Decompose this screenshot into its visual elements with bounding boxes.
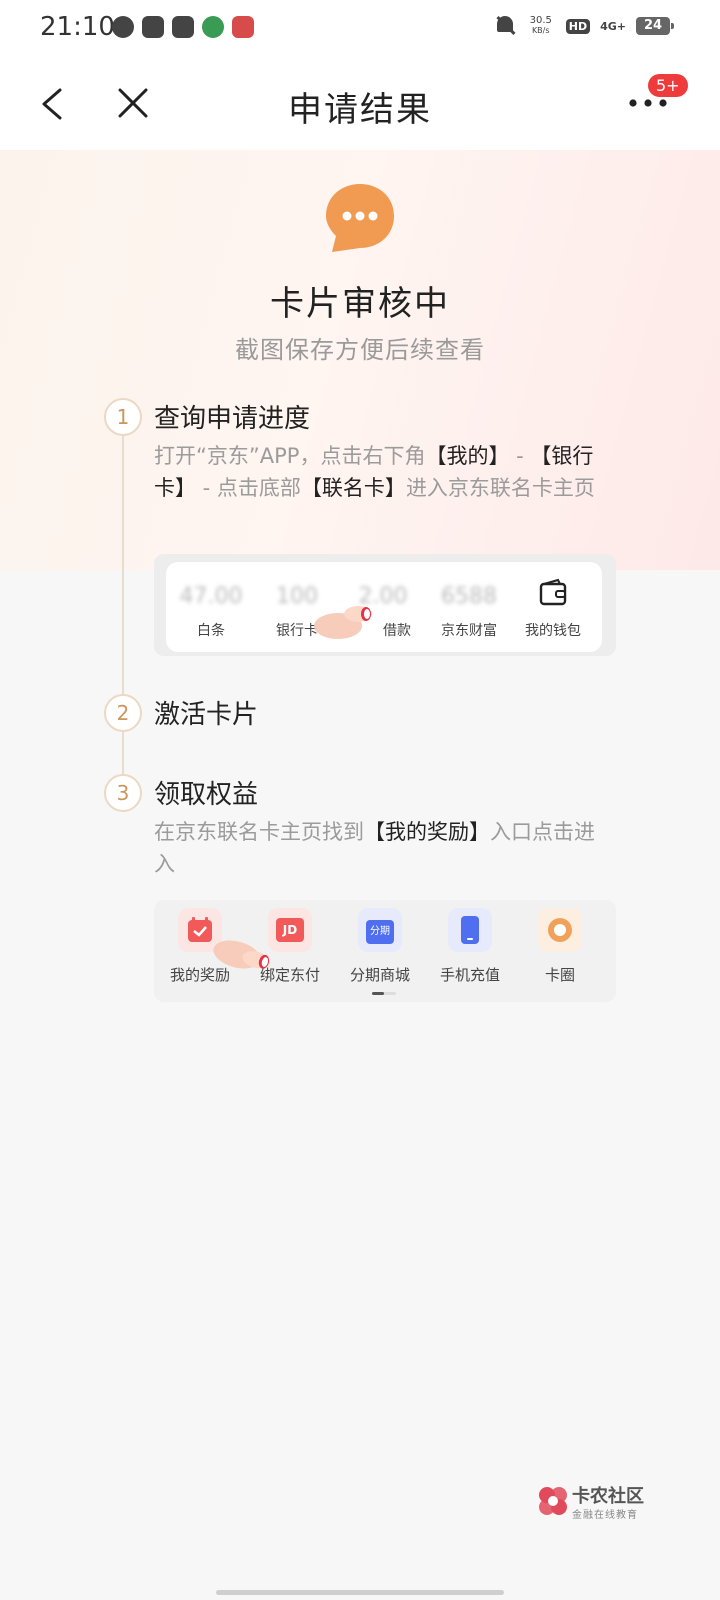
nav-bar: 申请结果 5+ — [0, 56, 720, 150]
game-icon — [232, 16, 254, 38]
step-description: 打开“京东”APP，点击右下角【我的】 - 【银行卡】 - 点击底部【联名卡】进… — [154, 440, 614, 504]
wallet-item: 47.00 白条 — [168, 562, 254, 652]
speed-value: 30.5 — [529, 15, 552, 26]
step-title: 激活卡片 — [154, 700, 259, 730]
step-title: 领取权益 — [154, 780, 259, 810]
battery-icon: 24 — [636, 17, 674, 35]
wallet-icon — [539, 578, 567, 606]
wallet-value: 6588 — [441, 584, 497, 609]
message-icon — [112, 16, 134, 38]
phone-icon — [448, 908, 492, 952]
notification-icons — [112, 16, 254, 38]
more-icon[interactable] — [628, 98, 668, 108]
step-number: 3 — [104, 774, 142, 812]
wallet-item: 6588 京东财富 — [426, 562, 512, 652]
desc-text: 在京东联名卡主页找到 — [154, 820, 364, 844]
step-number: 1 — [104, 398, 142, 436]
notification-badge: 5+ — [646, 72, 690, 99]
desc-highlight: 【我的奖励】 — [364, 820, 490, 844]
step-description: 在京东联名卡主页找到【我的奖励】入口点击进入 — [154, 816, 614, 880]
reward-label: 卡圈 — [544, 966, 575, 984]
pointing-hand-icon — [314, 606, 372, 639]
status-subtitle: 截图保存方便后续查看 — [235, 336, 485, 364]
step-connector — [122, 434, 124, 694]
shopping-bag-icon: 分期 — [358, 908, 402, 952]
signal-icon: 4G+ — [600, 19, 626, 33]
status-title: 卡片审核中 — [270, 284, 450, 324]
app-icon — [202, 16, 224, 38]
wallet-item: 我的钱包 — [510, 562, 596, 652]
step-connector — [122, 730, 124, 776]
mute-bell-icon — [494, 14, 516, 38]
status-time: 21:10 — [40, 12, 115, 42]
status-bar: 21:10 30.5 KB/s HD 4G+ 24 — [0, 0, 720, 56]
ring-icon — [538, 908, 582, 952]
watermark-name: 卡农社区 — [572, 1486, 644, 1507]
demo-screenshot-wallet: 47.00 白条 100 银行卡 2.00 借款 6588 京东财富 我的钱包 — [154, 554, 616, 656]
step-title: 查询申请进度 — [154, 404, 311, 434]
desc-text: - — [509, 444, 531, 468]
shopping-bag-text: 分期 — [366, 920, 394, 944]
hd-icon: HD — [565, 18, 591, 34]
result-content: 卡片审核中 截图保存方便后续查看 1 查询申请进度 打开“京东”APP，点击右下… — [0, 150, 720, 1600]
desc-text: 进入京东联名卡主页 — [405, 476, 595, 500]
speed-unit: KB/s — [531, 26, 550, 35]
wallet-label: 我的钱包 — [525, 623, 581, 639]
demo-screenshot-rewards: 我的奖励 JD 绑定东付 分期 分期商城 手机充值 卡圈 — [154, 900, 616, 1002]
video-icon — [172, 16, 194, 38]
wallet-label: 白条 — [197, 623, 225, 639]
step-number: 2 — [104, 694, 142, 732]
page-indicator — [372, 992, 396, 995]
desc-text: - 点击底部 — [196, 476, 301, 500]
page-title: 申请结果 — [288, 90, 432, 130]
reward-label: 分期商城 — [349, 966, 410, 984]
network-speed: 30.5 KB/s — [526, 16, 556, 36]
reward-label: 手机充值 — [439, 966, 500, 984]
wallet-value: 47.00 — [179, 584, 243, 609]
reward-entry: 卡圈 — [514, 900, 606, 1000]
chat-bubble-icon — [326, 184, 394, 252]
watermark: 卡农社区 金融在线教育 — [536, 1482, 666, 1526]
system-icons: 30.5 KB/s HD 4G+ 24 — [494, 14, 674, 38]
desc-text: 打开“京东”APP，点击右下角 — [154, 444, 426, 468]
desc-highlight: 【联名卡】 — [300, 476, 406, 500]
desc-highlight: 【我的】 — [425, 444, 510, 468]
shopping-icon — [142, 16, 164, 38]
home-indicator[interactable] — [216, 1590, 504, 1595]
reward-entry: 手机充值 — [424, 900, 516, 1000]
reward-entry: 分期 分期商城 — [334, 900, 426, 1000]
kanong-logo-icon — [539, 1487, 567, 1515]
watermark-tagline: 金融在线教育 — [572, 1510, 638, 1521]
wallet-label: 京东财富 — [441, 623, 497, 639]
wallet-bar: 47.00 白条 100 银行卡 2.00 借款 6588 京东财富 我的钱包 — [166, 562, 602, 652]
